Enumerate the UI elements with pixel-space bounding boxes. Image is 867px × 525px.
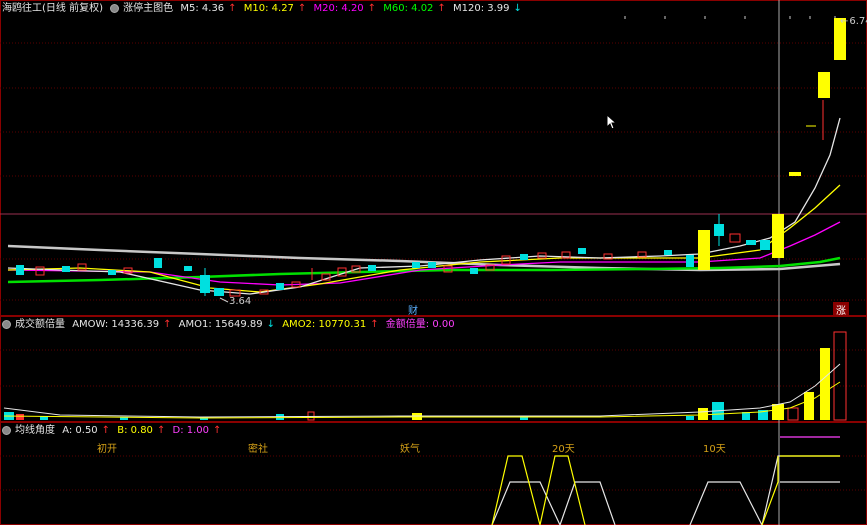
amow-value: AMOW: 14336.39 ↑ <box>72 319 171 330</box>
amo2-value: AMO2: 10770.31 ↑ <box>282 319 378 330</box>
ma10-value: M10: 4.27 ↑ <box>244 3 307 14</box>
signal-label-mishe: 密社 <box>248 444 268 455</box>
volume-multiple-label: 金额倍量: 0.00 <box>385 319 455 330</box>
ma5-label: M5: 4.36 <box>180 3 225 14</box>
angle-a-value: A: 0.50 ↑ <box>62 425 110 436</box>
low-price-label: 3.64 <box>229 296 252 307</box>
ma60-value: M60: 4.02 ↑ <box>383 3 446 14</box>
ma10-label: M10: 4.27 <box>243 3 294 14</box>
price-panel[interactable]: 海鸥往工(日线 前复权) 涨停主图色 M5: 4.36 ↑ M10: 4.27 ↑ … <box>0 0 867 317</box>
ma20-label: M20: 4.20 <box>313 3 364 14</box>
ma20-value: M20: 4.20 ↑ <box>314 3 377 14</box>
low-pointer <box>219 297 229 303</box>
angle-a-label: A: 0.50 <box>62 425 98 436</box>
angle-d-value: D: 1.00 ↑ <box>173 425 222 436</box>
gear-icon[interactable] <box>2 425 11 435</box>
indicator-name[interactable]: 涨停主图色 <box>123 3 173 14</box>
angle-b-label: B: 0.80 <box>117 425 153 436</box>
top-ticks <box>624 16 836 19</box>
amo1-value: AMO1: 15649.89 ↓ <box>179 319 275 330</box>
angle-b-value: B: 0.80 ↑ <box>117 425 165 436</box>
amow-label: AMOW: 14336.39 <box>72 319 160 330</box>
marker-zhang: 涨 <box>833 302 849 317</box>
amo2-arrow: ↑ <box>370 319 379 330</box>
amow-arrow: ↑ <box>163 319 172 330</box>
angle-d-label: D: 1.00 <box>172 425 210 436</box>
ma5-arrow: ↑ <box>228 3 237 14</box>
stock-title: 海鸥往工(日线 前复权) <box>2 3 103 14</box>
ma10-line <box>7 184 841 293</box>
angle-header: 均线角度 A: 0.50 ↑ B: 0.80 ↑ D: 1.00 ↑ <box>2 424 225 438</box>
price-chart[interactable] <box>0 0 867 316</box>
ma5-value: M5: 4.36 ↑ <box>180 3 236 14</box>
candles <box>16 18 846 297</box>
panel-border <box>0 316 867 422</box>
ma60-arrow: ↑ <box>437 3 446 14</box>
volume-bars <box>4 331 847 421</box>
volume-title[interactable]: 成交额倍量 <box>15 319 65 330</box>
gear-icon[interactable] <box>110 3 120 13</box>
volume-panel[interactable]: 成交额倍量 AMOW: 14336.39 ↑ AMO1: 15649.89 ↓ AM… <box>0 316 867 422</box>
angle-panel[interactable]: 均线角度 A: 0.50 ↑ B: 0.80 ↑ D: 1.00 ↑ 初开 密社 妖气… <box>0 422 867 525</box>
ma10-arrow: ↑ <box>297 3 307 14</box>
angle-a-line <box>491 481 616 525</box>
high-price-value: 6.74 <box>849 16 867 27</box>
high-price-label: ←6.74 <box>840 16 867 27</box>
signal-label-10days: 10天 <box>703 444 726 455</box>
price-header: 海鸥往工(日线 前复权) 涨停主图色 M5: 4.36 ↑ M10: 4.27 ↑ … <box>2 2 526 16</box>
volume-multiple-value: 金额倍量: 0.00 <box>386 319 459 330</box>
signal-label-20days: 20天 <box>552 444 575 455</box>
ma120-value: M120: 3.99 ↓ <box>453 3 522 14</box>
signal-label-chukai: 初开 <box>97 444 117 455</box>
amo2-label: AMO2: 10770.31 <box>282 319 367 330</box>
signal-label-yaoqi: 妖气 <box>400 444 420 455</box>
ma120-arrow: ↓ <box>513 3 522 14</box>
angle-d-arrow: ↑ <box>213 425 222 436</box>
ma120-line <box>7 244 841 272</box>
gear-icon[interactable] <box>2 319 11 329</box>
ma60-label: M60: 4.02 <box>383 3 434 14</box>
mouse-cursor-icon <box>606 114 618 130</box>
amo1-arrow: ↓ <box>266 319 276 330</box>
ma120-label: M120: 3.99 <box>453 3 510 14</box>
angle-title[interactable]: 均线角度 <box>15 425 55 436</box>
angle-b-arrow: ↑ <box>156 425 166 436</box>
volume-header: 成交额倍量 AMOW: 14336.39 ↑ AMO1: 15649.89 ↓ AM… <box>2 318 463 332</box>
marker-cai: 财 <box>408 306 418 317</box>
ma20-arrow: ↑ <box>367 3 377 14</box>
amo1-label: AMO1: 15649.89 <box>178 319 263 330</box>
angle-a-arrow: ↑ <box>101 425 111 436</box>
